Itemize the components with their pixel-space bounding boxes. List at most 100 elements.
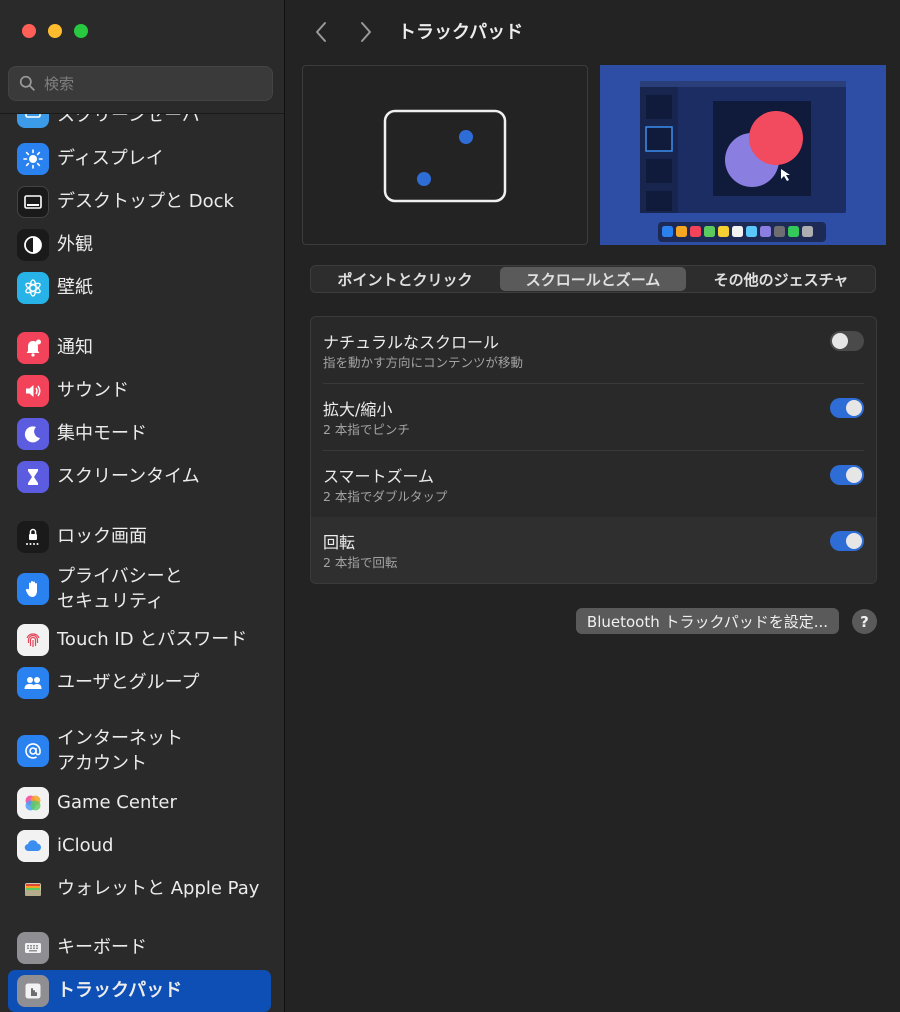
sidebar-item-label: スクリーンタイム — [57, 466, 200, 487]
appearance-icon — [17, 229, 49, 261]
settings-list: ナチュラルなスクロール 指を動かす方向にコンテンツが移動 拡大/縮小 2 本指で… — [310, 316, 877, 584]
setup-bluetooth-trackpad-button[interactable]: Bluetooth トラックパッドを設定... — [576, 608, 839, 634]
help-button[interactable]: ? — [852, 609, 877, 634]
setting-title: 拡大/縮小 — [323, 400, 393, 419]
toggle-knob — [846, 533, 862, 549]
sidebar-item-game-center[interactable]: Game Center — [8, 784, 271, 822]
sidebar-item-touch-id[interactable]: Touch ID とパスワード — [8, 621, 271, 659]
zoom-window-button[interactable] — [74, 24, 88, 38]
page-title: トラックパッド — [398, 22, 524, 43]
setting-subtitle: 2 本指でダブルタップ — [323, 489, 448, 504]
sidebar-list: スクリーンセーバ ディスプレイ デスクトップと Dock 外観 壁紙 通知 サウ… — [0, 114, 284, 1012]
sidebar-item-label: ロック画面 — [57, 526, 147, 547]
sidebar-item-label-line1: プライバシーと — [57, 566, 183, 587]
smart-zoom-toggle[interactable] — [830, 465, 864, 485]
desktop-demo-illustration — [600, 65, 886, 245]
sidebar-item-label: iCloud — [57, 835, 114, 856]
sidebar-item-label-line2: セキュリティ — [57, 591, 164, 612]
sidebar-item-privacy-security[interactable]: プライバシーと セキュリティ — [8, 562, 271, 616]
toggle-knob — [832, 333, 848, 349]
sidebar-item-sound[interactable]: サウンド — [8, 372, 271, 410]
sidebar-item-label: ウォレットと Apple Pay — [57, 878, 260, 899]
sidebar-item-label: Game Center — [57, 792, 177, 813]
sidebar-item-desktop-dock[interactable]: デスクトップと Dock — [8, 183, 271, 221]
sidebar-item-focus[interactable]: 集中モード — [8, 415, 271, 453]
forward-button[interactable] — [354, 20, 378, 44]
sidebar-item-trackpad[interactable]: トラックパッド — [8, 970, 271, 1012]
settings-window: スクリーンセーバ ディスプレイ デスクトップと Dock — [0, 0, 900, 1012]
sidebar-item-label: 通知 — [57, 337, 93, 358]
keyboard-icon — [17, 932, 49, 964]
lock-screen-icon — [17, 521, 49, 553]
sidebar-item-wallpaper[interactable]: 壁紙 — [8, 269, 271, 307]
setting-subtitle: 2 本指で回転 — [323, 555, 398, 570]
sidebar-item-lock-screen[interactable]: ロック画面 — [8, 518, 271, 556]
display-brightness-icon — [17, 143, 49, 175]
at-sign-icon — [17, 735, 49, 767]
sidebar-item-notifications[interactable]: 通知 — [8, 329, 271, 367]
setting-row-natural-scroll[interactable]: ナチュラルなスクロール 指を動かす方向にコンテンツが移動 — [311, 317, 876, 384]
trackpad-gesture-illustration — [383, 109, 507, 203]
rotate-toggle[interactable] — [830, 531, 864, 551]
setting-title: ナチュラルなスクロール — [323, 333, 500, 352]
moon-icon — [17, 418, 49, 450]
setting-row-rotate[interactable]: 回転 2 本指で回転 — [311, 517, 876, 583]
gesture-demo-preview — [600, 65, 886, 245]
sidebar-item-label: Touch ID とパスワード — [57, 629, 248, 650]
setting-subtitle: 2 本指でピンチ — [323, 422, 410, 437]
setting-title: スマートズーム — [323, 467, 435, 486]
search-icon — [19, 75, 35, 91]
zoom-toggle[interactable] — [830, 398, 864, 418]
notification-bell-icon — [17, 332, 49, 364]
screensaver-icon — [17, 114, 49, 128]
sidebar-item-screensaver[interactable]: スクリーンセーバ — [8, 114, 271, 130]
window-controls — [22, 24, 88, 38]
sidebar-item-label: スクリーンセーバ — [57, 114, 200, 126]
sidebar-item-display[interactable]: ディスプレイ — [8, 140, 271, 178]
sidebar-item-label-line1: インターネット — [57, 728, 183, 749]
sidebar-item-icloud[interactable]: iCloud — [8, 827, 271, 865]
sidebar-item-label: キーボード — [57, 937, 147, 958]
sidebar: スクリーンセーバ ディスプレイ デスクトップと Dock — [0, 0, 285, 1012]
sidebar-item-internet-accounts[interactable]: インターネット アカウント — [8, 724, 271, 778]
sidebar-item-label-line2: アカウント — [57, 753, 147, 774]
sidebar-item-appearance[interactable]: 外観 — [8, 226, 271, 264]
fingerprint-icon — [17, 624, 49, 656]
setting-row-smart-zoom[interactable]: スマートズーム 2 本指でダブルタップ — [311, 451, 876, 518]
users-icon — [17, 667, 49, 699]
chevron-left-icon — [316, 22, 326, 42]
main-pane: トラックパッド ポイントとクリック スクロールとズーム その他のジェスチャ ナチ… — [286, 0, 900, 1012]
tab-point-and-click[interactable]: ポイントとクリック — [312, 267, 498, 291]
minimize-window-button[interactable] — [48, 24, 62, 38]
setting-row-zoom[interactable]: 拡大/縮小 2 本指でピンチ — [311, 384, 876, 451]
sidebar-item-label: ディスプレイ — [57, 148, 164, 169]
search-input[interactable] — [44, 74, 244, 93]
toggle-knob — [846, 467, 862, 483]
back-button[interactable] — [309, 20, 333, 44]
setting-subtitle: 指を動かす方向にコンテンツが移動 — [323, 355, 524, 370]
sidebar-item-label: ユーザとグループ — [57, 672, 200, 693]
sidebar-item-label: 壁紙 — [57, 277, 93, 298]
sidebar-item-wallet-apple-pay[interactable]: ウォレットと Apple Pay — [8, 870, 271, 908]
search-field[interactable] — [8, 66, 273, 101]
natural-scroll-toggle[interactable] — [830, 331, 864, 351]
sidebar-item-screen-time[interactable]: スクリーンタイム — [8, 458, 271, 496]
sidebar-item-label: サウンド — [57, 380, 129, 401]
speaker-icon — [17, 375, 49, 407]
toggle-knob — [846, 400, 862, 416]
icloud-icon — [17, 830, 49, 862]
tab-more-gestures[interactable]: その他のジェスチャ — [688, 267, 874, 291]
sidebar-item-label: デスクトップと Dock — [57, 191, 234, 212]
tab-scroll-and-zoom[interactable]: スクロールとズーム — [500, 267, 686, 291]
sidebar-item-keyboard[interactable]: キーボード — [8, 929, 271, 967]
chevron-right-icon — [361, 22, 371, 42]
gesture-tabs: ポイントとクリック スクロールとズーム その他のジェスチャ — [310, 265, 876, 293]
sidebar-item-label: 外観 — [57, 234, 93, 255]
hand-icon — [17, 573, 49, 605]
sidebar-item-label: 集中モード — [57, 423, 147, 444]
close-window-button[interactable] — [22, 24, 36, 38]
game-center-icon — [17, 787, 49, 819]
gesture-preview — [302, 65, 588, 245]
sidebar-item-users-groups[interactable]: ユーザとグループ — [8, 664, 271, 702]
desktop-dock-icon — [17, 186, 49, 218]
